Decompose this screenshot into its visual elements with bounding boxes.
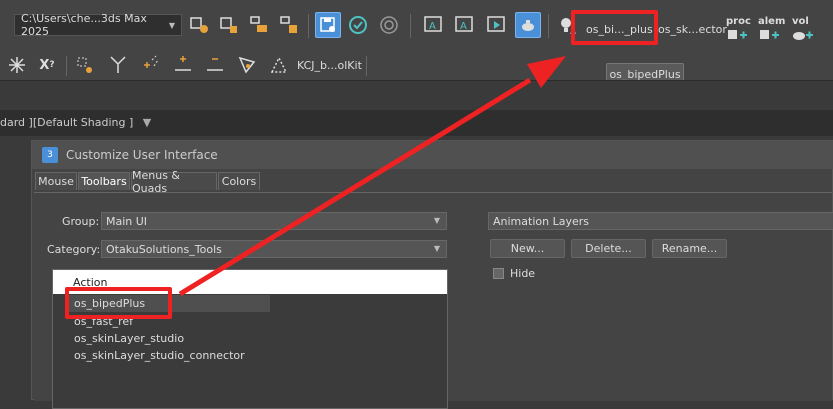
arrow-head [527,56,566,88]
annotation-arrow [178,56,566,297]
arrow-line [178,77,532,297]
